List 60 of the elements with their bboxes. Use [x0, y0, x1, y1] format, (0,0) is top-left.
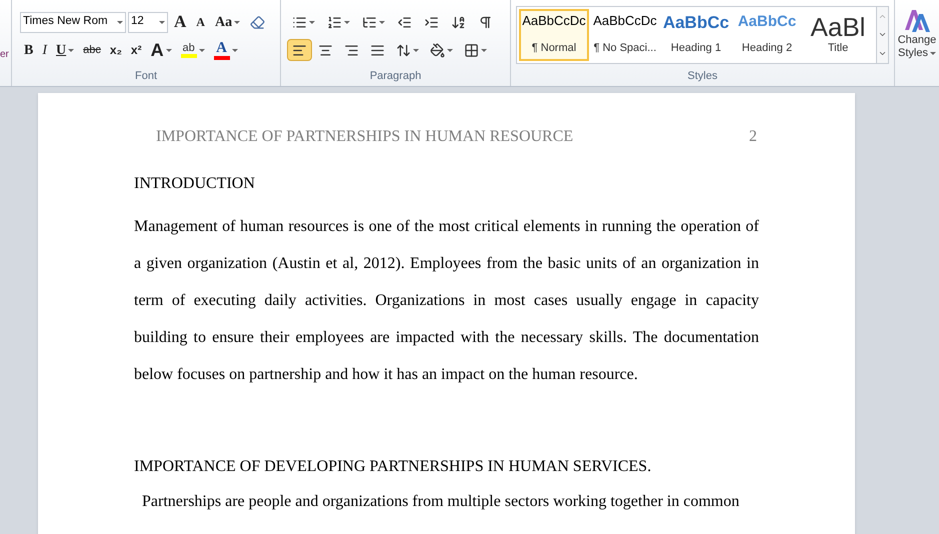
strike-button[interactable]: abc [79, 39, 105, 61]
section-heading: INTRODUCTION [134, 174, 256, 194]
body-paragraph: Partnerships are people and organizations from multiple sectors working together in common [141, 492, 740, 512]
body-paragraph: Management of human resources is one of the most critical elements in running the operation of a given organization (Austin et al, 2012). Employees from the basic units of an organization in term of executing daily activities. Organizations in most cases usually engage in capacity building to ensure their employees are impacted with the necessary skills. The documentation below focuses on partnership and how it has an impact on the human resource. [134, 217, 759, 385]
caret-icon [166, 48, 172, 52]
borders-icon [464, 42, 479, 58]
change-case-button[interactable]: Aa [210, 11, 244, 33]
align-left-icon [292, 42, 307, 58]
underline-button[interactable]: U [52, 39, 78, 61]
caret-icon [232, 48, 238, 52]
bullet-list-icon [292, 14, 307, 30]
bold-button[interactable]: B [20, 39, 38, 61]
numbered-list-icon [327, 14, 342, 30]
caret-icon [481, 48, 487, 52]
caret-icon [68, 48, 74, 52]
caret-icon [198, 48, 205, 52]
grow-button[interactable]: A [170, 11, 190, 33]
group-label: Font [134, 68, 158, 84]
style-item[interactable]: AaBl Title [803, 9, 873, 61]
sort-icon [451, 14, 466, 30]
caret-icon [413, 48, 419, 52]
group-label: Styles [686, 68, 718, 84]
caret-icon [117, 20, 123, 24]
sup-button[interactable]: x² [126, 39, 146, 61]
paint-bucket-icon [430, 42, 445, 58]
font-color-button[interactable]: A [210, 39, 242, 61]
page-header: IMPORTANCE OF PARTNERSHIPS IN HUMAN RESOURCE [156, 127, 574, 147]
align-center-icon [318, 42, 333, 58]
caret-icon [309, 20, 315, 24]
pilcrow-icon [478, 14, 493, 30]
shrink-button[interactable]: A [192, 11, 209, 33]
align-left-button[interactable] [287, 39, 312, 61]
clipped-label: er [0, 50, 9, 60]
text-effects-button[interactable]: A [146, 39, 176, 61]
style-item[interactable]: AaBbCc Heading 2 [732, 9, 802, 61]
style-item[interactable]: AaBbCcDc ¶ No Spaci... [590, 9, 660, 61]
page-number: 2 [749, 127, 757, 147]
font-name-field[interactable]: Times New Rom [20, 12, 126, 32]
caret-icon [447, 48, 453, 52]
decrease-indent-icon [397, 14, 412, 30]
caret-icon [379, 20, 385, 24]
italic-button[interactable]: I [38, 39, 52, 61]
highlight-button[interactable]: ab [176, 39, 209, 61]
caret-icon [159, 20, 165, 24]
eraser-icon [250, 14, 266, 30]
increase-indent-icon [424, 14, 439, 30]
font-size-field[interactable]: 12 [128, 12, 168, 32]
group-label: Paragraph [368, 68, 422, 84]
change-styles-button[interactable]: Change Styles [895, 0, 939, 86]
justify-icon [370, 42, 385, 58]
multilevel-list-icon [362, 14, 377, 30]
style-item[interactable]: AaBbCc Heading 1 [661, 9, 731, 61]
caret-icon [344, 20, 350, 24]
line-spacing-icon [396, 42, 411, 58]
caret-icon [234, 20, 240, 24]
style-item[interactable]: AaBbCcDc ¶ Normal [519, 9, 589, 61]
section-heading: IMPORTANCE OF DEVELOPING PARTNERSHIPS IN HUMAN SERVICES. [134, 457, 652, 477]
caret-icon [930, 52, 936, 55]
sub-button[interactable]: x₂ [106, 39, 126, 61]
align-right-icon [344, 42, 359, 58]
